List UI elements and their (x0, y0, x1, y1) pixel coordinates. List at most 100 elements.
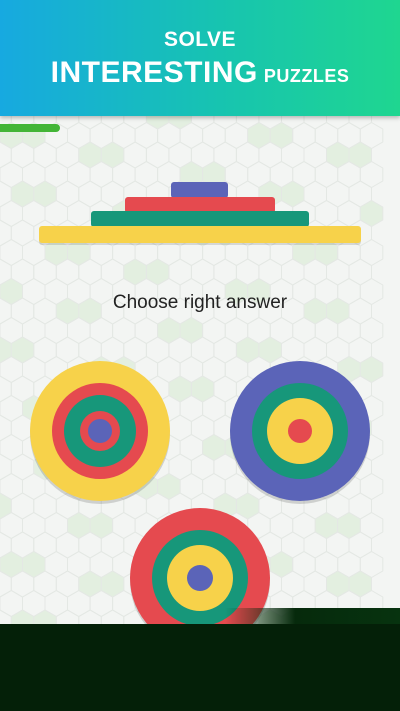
hex-cell (202, 316, 226, 345)
hex-cell (22, 238, 46, 267)
hex-cell (359, 355, 384, 384)
hex-cell (157, 316, 181, 345)
level-progress-fill (0, 124, 60, 132)
hex-cell (235, 492, 260, 520)
hex-cell (258, 336, 282, 364)
hex-cell (89, 511, 114, 540)
hex-cell (67, 511, 91, 540)
hex-cell (44, 238, 68, 267)
hex-cell (281, 336, 305, 364)
hex-cell (44, 550, 68, 579)
footer-accent (225, 608, 400, 624)
hex-cell (33, 180, 57, 208)
hex-cell (123, 141, 147, 169)
hex-cell (168, 375, 192, 403)
question-prompt: Choose right answer (112, 292, 288, 313)
answer-3-ring-3 (187, 565, 213, 591)
hex-cell (359, 238, 384, 267)
hex-cell (0, 609, 12, 624)
hex-cell (292, 238, 316, 267)
hex-cell (0, 492, 12, 520)
hex-cell (269, 238, 294, 267)
hex-cell (10, 492, 35, 520)
hex-cell (179, 316, 204, 345)
hex-cell (348, 570, 372, 598)
hex-cell (78, 609, 102, 624)
hex-cell (145, 258, 170, 286)
hex-cell (326, 570, 350, 598)
hex-cell (0, 433, 23, 462)
hex-cell (348, 141, 372, 169)
answer-option-1[interactable] (30, 361, 170, 501)
hex-cell (213, 336, 237, 364)
hex-cell (337, 511, 361, 540)
answer-option-2[interactable] (230, 361, 370, 501)
hex-cell (337, 199, 361, 228)
hex-cell (314, 238, 339, 267)
hex-cell (78, 570, 102, 598)
banner-title-line2: INTERESTING PUZZLES (0, 56, 400, 90)
hex-cell (89, 238, 114, 267)
hex-cell (100, 258, 125, 286)
hex-cell (179, 472, 204, 501)
hex-cell (100, 609, 125, 624)
hex-cell (55, 609, 80, 624)
hex-cell (0, 414, 12, 442)
bottom-dark-panel (0, 624, 400, 711)
promo-banner: SOLVE INTERESTING PUZZLES (0, 0, 400, 116)
hex-cell (0, 180, 12, 208)
hex-cell (168, 258, 192, 286)
hex-cell (78, 141, 102, 169)
hex-cell (303, 180, 327, 208)
hex-cell (67, 199, 91, 228)
hex-cell (224, 160, 249, 189)
hex-cell (157, 472, 181, 501)
hex-cell (326, 180, 350, 208)
hex-cell (247, 238, 271, 267)
hex-cell (202, 433, 226, 462)
hex-cell (55, 180, 80, 208)
hex-cell (100, 141, 125, 169)
hex-cell (55, 141, 80, 169)
hex-cell (0, 453, 12, 481)
hex-cell (10, 453, 35, 481)
hex-cell (303, 570, 327, 598)
hex-cell (326, 141, 350, 169)
hex-cell (190, 258, 215, 286)
hex-cell (0, 238, 23, 267)
hex-cell (33, 492, 57, 520)
hex-cell (348, 258, 372, 286)
hex-cell (0, 394, 23, 423)
hex-cell (359, 511, 384, 540)
hex-cell (303, 141, 327, 169)
hex-cell (0, 336, 12, 364)
hex-cell (22, 550, 46, 579)
hex-cell (303, 336, 327, 364)
level-progress-bar (0, 124, 400, 132)
hex-cell (100, 570, 125, 598)
hex-cell (134, 160, 159, 189)
target-bar-teal (91, 211, 309, 227)
hex-cell (123, 258, 147, 286)
hex-cell (10, 336, 35, 364)
hex-cell (190, 375, 215, 403)
hex-cell (292, 511, 316, 540)
hex-cell (213, 375, 237, 403)
hex-cell (269, 511, 294, 540)
hex-cell (179, 433, 204, 462)
hex-cell (134, 316, 159, 345)
hex-cell (112, 511, 136, 540)
hex-cell (292, 550, 316, 579)
banner-title-line1: SOLVE (163, 28, 237, 51)
banner-title-emphasis: INTERESTING (50, 56, 258, 89)
hex-cell (168, 414, 192, 442)
hex-cell (10, 180, 35, 208)
hex-cell (359, 472, 384, 501)
hex-cell (269, 550, 294, 579)
hex-cell (10, 609, 35, 624)
hex-cell (10, 219, 35, 247)
hex-cell (44, 511, 68, 540)
answer-2-ring-3 (288, 419, 312, 443)
hex-cell (359, 316, 384, 345)
hex-cell (145, 141, 170, 169)
